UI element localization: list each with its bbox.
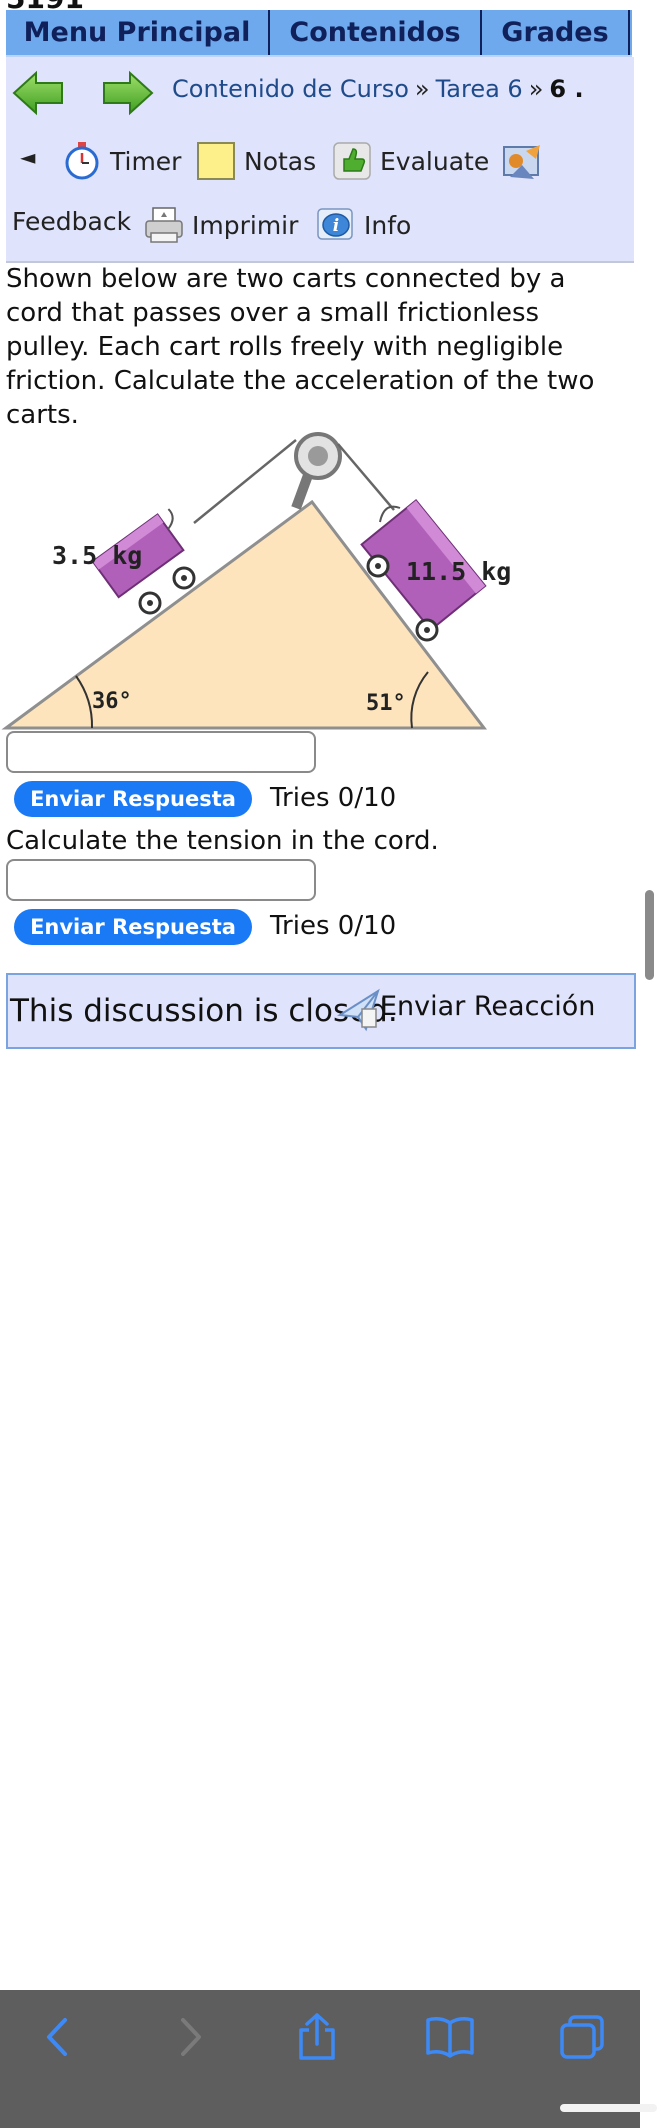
browser-tabs-button[interactable]: [552, 2012, 612, 2062]
imprimir-tool[interactable]: Imprimir: [144, 205, 298, 245]
svg-text:i: i: [333, 216, 339, 236]
tab-menu-principal[interactable]: Menu Principal: [6, 10, 270, 55]
tabs-icon: [560, 2015, 604, 2059]
browser-toolbar: [0, 1990, 640, 2128]
collapse-arrow-icon: ◄: [20, 145, 36, 169]
evaluate-label: Evaluate: [380, 146, 490, 176]
tab-grades[interactable]: Grades: [482, 10, 630, 55]
breadcrumb-current: 6 .: [549, 75, 584, 103]
notas-label: Notas: [244, 146, 317, 176]
left-angle-label: 36°: [92, 689, 132, 714]
forward-icon: [181, 2018, 201, 2056]
printer-icon: [145, 207, 183, 243]
breadcrumb: Contenido de Curso» Tarea 6» 6 .: [172, 75, 584, 103]
submit-answer-button-1[interactable]: Enviar Respuesta: [14, 781, 252, 817]
info-tool[interactable]: i Info: [316, 205, 411, 245]
problem-statement: Shown below are two carts connected by a…: [6, 264, 595, 430]
note-icon: [197, 142, 235, 180]
info-label: Info: [364, 210, 412, 240]
next-arrow-icon[interactable]: [102, 69, 154, 117]
notas-tool[interactable]: Notas: [196, 141, 316, 181]
right-cord: [337, 443, 395, 511]
right-mass-label: 11.5 kg: [406, 557, 511, 586]
answer-input-tension[interactable]: [6, 859, 316, 901]
home-indicator: [560, 2104, 657, 2112]
evaluate-tool[interactable]: Evaluate: [332, 141, 489, 181]
left-cord: [193, 439, 297, 524]
breadcrumb-separator: »: [528, 75, 544, 103]
stopwatch-icon: [65, 142, 99, 180]
imprimir-label: Imprimir: [192, 210, 299, 240]
feedback-label: Feedback: [12, 207, 132, 236]
main-menu: Menu Principal Contenidos Grades: [6, 10, 632, 57]
incline-pulley-diagram: 3.5 kg 11.5 kg 36° 51°: [1, 432, 511, 730]
tries-counter-1: Tries 0/10: [270, 783, 397, 813]
answer-input-acceleration[interactable]: [6, 731, 316, 773]
feedback-icon[interactable]: [500, 141, 546, 187]
share-icon: [299, 2013, 335, 2060]
thumbs-up-icon: [333, 142, 371, 180]
tension-question: Calculate the tension in the cord.: [6, 826, 439, 856]
tries-counter-2: Tries 0/10: [270, 911, 397, 941]
back-icon: [47, 2018, 67, 2056]
browser-forward-button[interactable]: [160, 2012, 220, 2062]
feedback-tool[interactable]: Feedback: [12, 207, 131, 236]
bookmarks-icon: [426, 2017, 474, 2058]
breadcrumb-separator: »: [414, 75, 430, 103]
send-reaction-icon[interactable]: [336, 985, 386, 1035]
course-toolbar: Contenido de Curso» Tarea 6» 6 . ◄ Timer N…: [6, 57, 634, 263]
scrollbar[interactable]: [645, 890, 654, 980]
discussion-panel: This discussion is closed. Enviar Reacci…: [6, 973, 636, 1049]
pulley-hub: [308, 446, 328, 466]
breadcrumb-contenido-de-curso[interactable]: Contenido de Curso: [172, 75, 409, 103]
timer-tool[interactable]: Timer: [62, 141, 181, 181]
left-mass-label: 3.5 kg: [52, 541, 142, 570]
page: 5191 Menu Principal Contenidos Grades Co…: [0, 0, 640, 1990]
right-angle-label: 51°: [366, 691, 406, 716]
tab-contenidos[interactable]: Contenidos: [270, 10, 482, 55]
breadcrumb-tarea-6[interactable]: Tarea 6: [436, 75, 523, 103]
browser-bookmarks-button[interactable]: [420, 2012, 480, 2062]
browser-back-button[interactable]: [28, 2012, 88, 2062]
collapse-toggle[interactable]: ◄: [20, 145, 35, 169]
submit-answer-button-2[interactable]: Enviar Respuesta: [14, 909, 252, 945]
send-reaction-link[interactable]: Enviar Reacción: [380, 991, 595, 1022]
timer-label: Timer: [110, 146, 182, 176]
info-icon: i: [317, 208, 353, 240]
previous-arrow-icon[interactable]: [12, 69, 64, 117]
browser-share-button[interactable]: [287, 2012, 347, 2062]
